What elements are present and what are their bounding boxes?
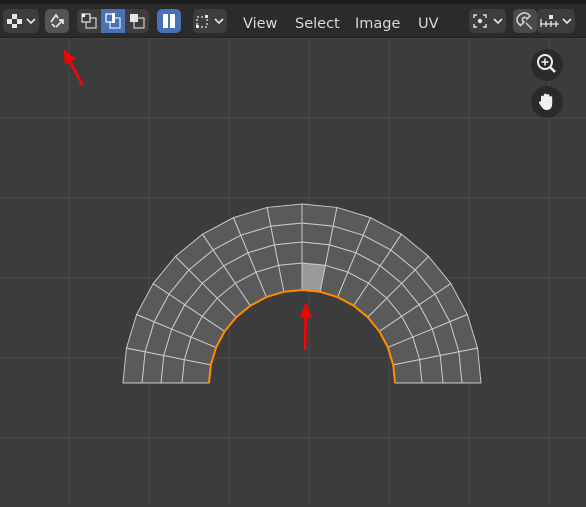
uv-face	[122, 347, 146, 384]
snap-magnet-icon	[516, 12, 533, 30]
arrow-head	[299, 304, 312, 318]
uv-viewport[interactable]	[0, 37, 586, 503]
pivot-point-dropdown[interactable]	[469, 9, 506, 33]
menu-view[interactable]: View	[243, 8, 277, 41]
uv-face	[439, 351, 463, 384]
uv-face	[458, 347, 482, 384]
edge-select-button[interactable]	[101, 9, 125, 33]
menu-uv[interactable]: UV	[418, 8, 439, 41]
snap-target-dropdown[interactable]	[537, 9, 575, 33]
menu-select[interactable]: Select	[295, 8, 340, 41]
uv-face	[419, 354, 444, 384]
pan-button[interactable]	[531, 86, 563, 118]
uv-editor-header: View Select Image UV	[0, 4, 586, 38]
island-select-icon	[163, 14, 175, 28]
uv-face	[141, 351, 165, 384]
uv-face	[270, 222, 303, 246]
uv-face	[301, 222, 334, 246]
pivot-point-icon	[473, 14, 503, 28]
uv-editor-icon	[7, 14, 36, 28]
face-select-button[interactable]	[125, 9, 149, 33]
face-select-icon	[130, 14, 145, 29]
zoom-button[interactable]	[531, 49, 563, 81]
menu-image[interactable]: Image	[355, 8, 400, 41]
sync-selection-icon	[50, 13, 64, 28]
uv-canvas[interactable]	[0, 37, 586, 503]
sticky-select-mode-dropdown[interactable]	[193, 9, 227, 33]
uv-face	[266, 203, 303, 227]
island-select-button[interactable]	[157, 9, 181, 33]
edge-select-icon	[105, 13, 121, 29]
sticky-select-mode-icon	[196, 15, 224, 28]
vertex-select-button[interactable]	[77, 9, 101, 33]
arrow-to-sync-selection	[62, 49, 85, 87]
vertex-select-icon	[81, 13, 97, 29]
arrow-to-inner-edge-loop	[299, 303, 312, 351]
sync-selection-button[interactable]	[45, 9, 69, 33]
snap-toggle[interactable]	[513, 9, 537, 33]
zoom-icon	[537, 54, 556, 73]
uv-face	[273, 241, 303, 266]
uv-face	[301, 241, 331, 266]
pan-hand-icon	[538, 93, 553, 110]
editor-type-button[interactable]	[3, 9, 39, 33]
uv-mesh-half-ring[interactable]	[122, 203, 482, 384]
uv-face	[160, 354, 185, 384]
uv-face	[301, 203, 338, 227]
snap-increment-icon	[540, 15, 572, 27]
